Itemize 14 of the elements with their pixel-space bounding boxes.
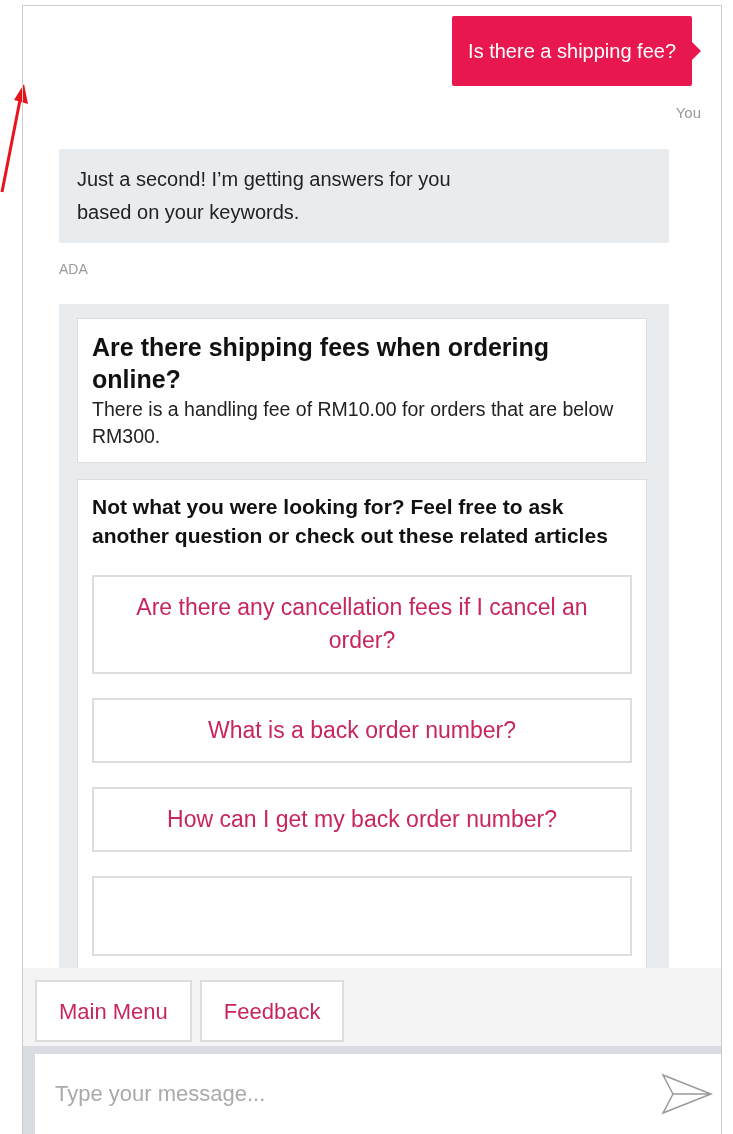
quick-reply-button[interactable]: Main Menu bbox=[35, 980, 192, 1042]
related-heading: Not what you were looking for? Feel free to ask another question or check out these related articles bbox=[92, 494, 609, 550]
answer-text: There is a handling fee of RM10.00 for orders that are below RM300. bbox=[92, 396, 615, 449]
user-message: Is there a shipping fee? bbox=[452, 16, 692, 86]
bot-message: Just a second! I’m getting answers for you based on your keywords. bbox=[59, 148, 669, 243]
quick-reply-button[interactable]: Feedback bbox=[199, 980, 345, 1042]
send-icon[interactable] bbox=[661, 1073, 713, 1115]
article-link[interactable]: How can I get my back order number? bbox=[92, 786, 632, 853]
bubble-pointer bbox=[692, 42, 701, 60]
sender-label: ADA bbox=[59, 259, 89, 279]
article-link[interactable]: Are there any cancellation fees if I cancel an order? bbox=[92, 574, 632, 674]
article-link[interactable]: What is a back order number? bbox=[92, 697, 632, 763]
answer-title: Are there shipping fees when ordering online? bbox=[92, 331, 551, 395]
sender-label: You bbox=[675, 103, 701, 123]
